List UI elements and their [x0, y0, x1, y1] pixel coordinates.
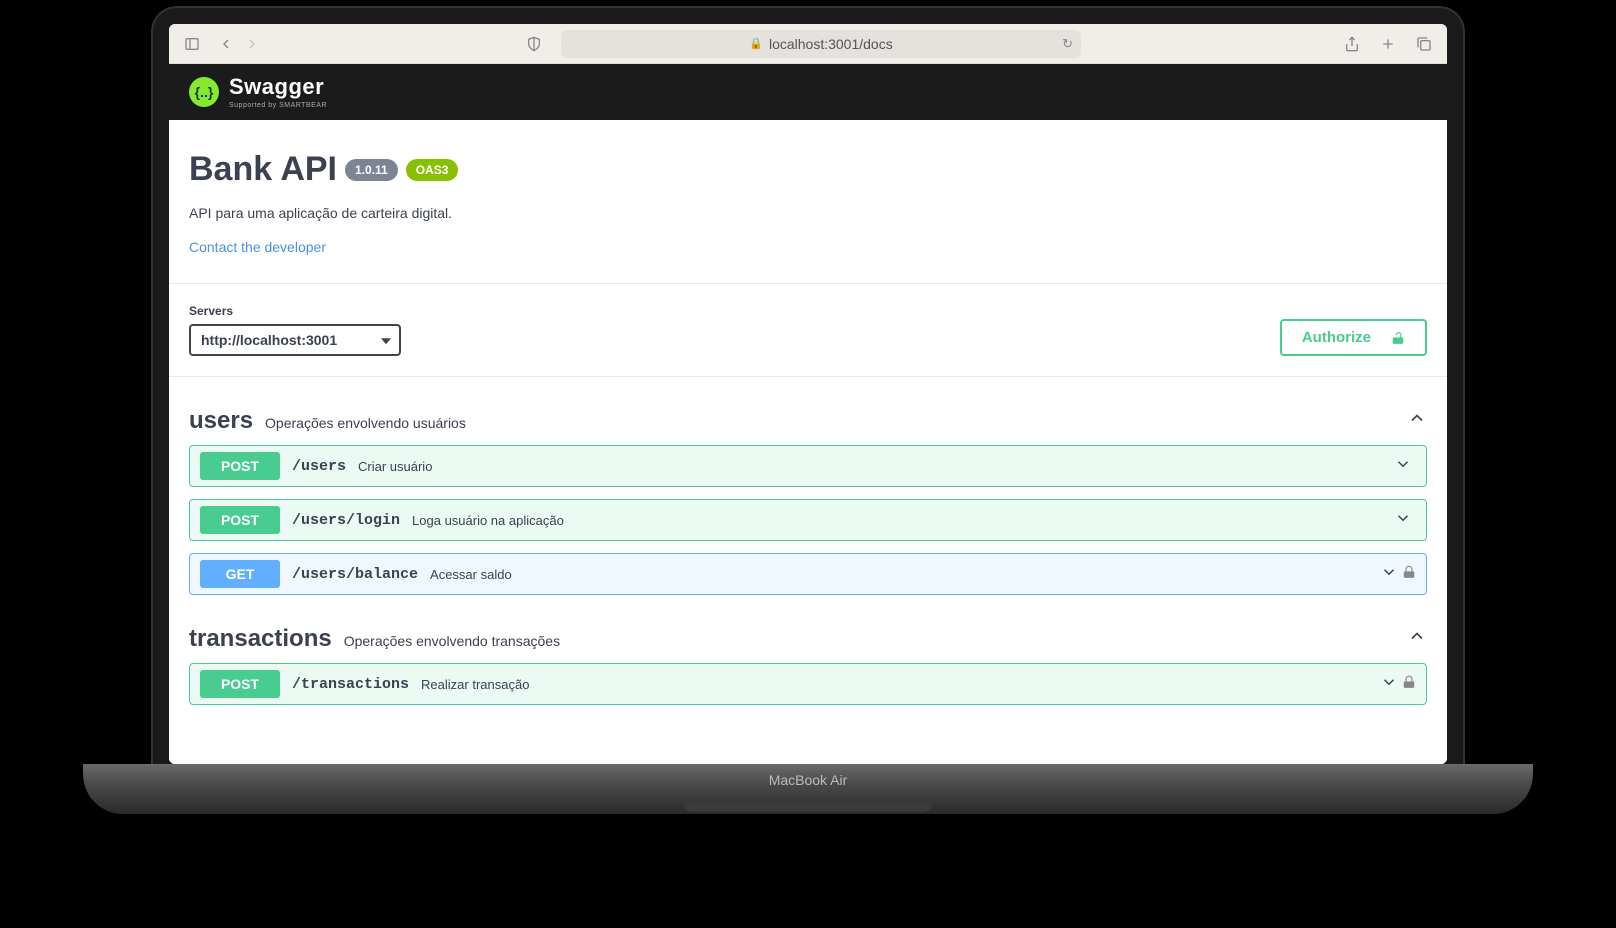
tag-users-header[interactable]: users Operações envolvendo usuários: [189, 397, 1427, 445]
chevron-down-icon: [1394, 509, 1412, 532]
privacy-shield-icon[interactable]: [523, 33, 545, 55]
laptop-base: MacBook Air: [83, 764, 1533, 814]
new-tab-icon[interactable]: [1377, 33, 1399, 55]
reload-icon[interactable]: ↻: [1062, 36, 1073, 52]
oas-badge: OAS3: [406, 159, 459, 181]
api-title: Bank API: [189, 150, 337, 189]
servers-label: Servers: [189, 304, 401, 318]
tag-description: Operações envolvendo transações: [344, 633, 1395, 649]
op-users-login[interactable]: POST /users/login Loga usuário na aplica…: [189, 499, 1427, 541]
version-badge: 1.0.11: [345, 159, 398, 181]
browser-toolbar: 🔒 localhost:3001/docs ↻: [169, 24, 1447, 64]
share-icon[interactable]: [1341, 33, 1363, 55]
op-summary: Loga usuário na aplicação: [412, 513, 1394, 528]
chevron-down-icon: [1380, 563, 1398, 586]
op-path: /users: [292, 458, 346, 475]
laptop-notch: [683, 802, 933, 812]
swagger-topbar: {..} Swagger Supported by SMARTBEAR: [169, 64, 1447, 120]
method-badge: POST: [200, 506, 280, 534]
server-select[interactable]: http://localhost:3001: [189, 324, 401, 356]
page-content: {..} Swagger Supported by SMARTBEAR Bank…: [169, 64, 1447, 764]
swagger-brand-sub: Supported by SMARTBEAR: [229, 102, 327, 109]
tag-description: Operações envolvendo usuários: [265, 415, 1395, 431]
method-badge: POST: [200, 670, 280, 698]
authorize-label: Authorize: [1302, 329, 1371, 346]
op-path: /transactions: [292, 676, 409, 693]
op-path: /users/login: [292, 512, 400, 529]
method-badge: GET: [200, 560, 280, 588]
api-description: API para uma aplicação de carteira digit…: [189, 205, 1427, 221]
swagger-brand-text: Swagger: [229, 76, 327, 98]
tabs-icon[interactable]: [1413, 33, 1435, 55]
forward-button[interactable]: [241, 33, 263, 55]
lock-icon[interactable]: [1402, 675, 1416, 694]
op-path: /users/balance: [292, 566, 418, 583]
chevron-up-icon: [1407, 408, 1427, 433]
tag-name: users: [189, 407, 253, 435]
op-transactions-create[interactable]: POST /transactions Realizar transação: [189, 663, 1427, 705]
op-summary: Acessar saldo: [430, 567, 1380, 582]
sidebar-toggle-icon[interactable]: [181, 33, 203, 55]
chevron-down-icon: [1380, 673, 1398, 696]
servers-block: Servers http://localhost:3001: [189, 304, 401, 356]
op-summary: Realizar transação: [421, 677, 1380, 692]
swagger-logo-icon: {..}: [189, 77, 219, 107]
screen: 🔒 localhost:3001/docs ↻: [169, 24, 1447, 764]
method-badge: POST: [200, 452, 280, 480]
op-users-balance[interactable]: GET /users/balance Acessar saldo: [189, 553, 1427, 595]
back-button[interactable]: [215, 33, 237, 55]
authorize-button[interactable]: Authorize: [1280, 319, 1427, 356]
device-label: MacBook Air: [769, 764, 848, 788]
lock-icon[interactable]: [1402, 565, 1416, 584]
chevron-up-icon: [1407, 626, 1427, 651]
contact-link[interactable]: Contact the developer: [189, 239, 326, 255]
address-bar[interactable]: 🔒 localhost:3001/docs ↻: [561, 30, 1081, 58]
chevron-down-icon: [1394, 455, 1412, 478]
op-users-create[interactable]: POST /users Criar usuário: [189, 445, 1427, 487]
lock-open-icon: [1391, 331, 1405, 345]
op-summary: Criar usuário: [358, 459, 1394, 474]
api-title-row: Bank API 1.0.11 OAS3: [189, 150, 1427, 189]
tag-transactions-header[interactable]: transactions Operações envolvendo transa…: [189, 615, 1427, 663]
swagger-logo: {..} Swagger Supported by SMARTBEAR: [189, 76, 327, 109]
tag-name: transactions: [189, 625, 332, 653]
divider: [169, 376, 1447, 377]
laptop-frame: 🔒 localhost:3001/docs ↻: [153, 8, 1463, 764]
url-text: localhost:3001/docs: [769, 36, 893, 52]
lock-icon: 🔒: [749, 37, 763, 50]
